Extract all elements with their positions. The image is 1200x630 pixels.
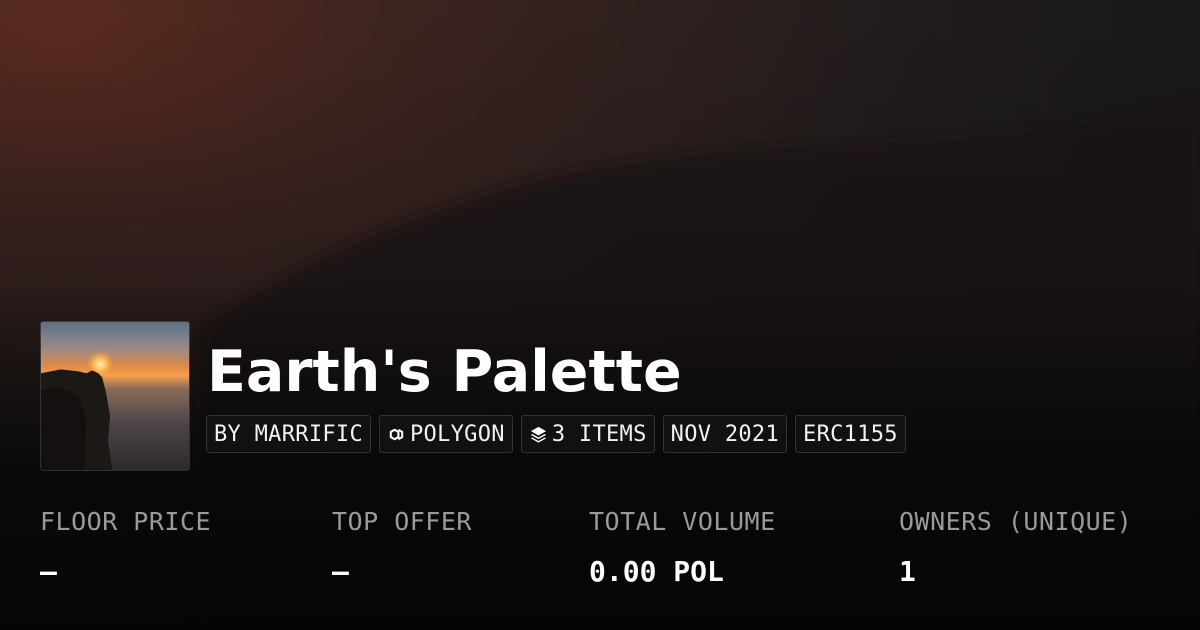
top-offer-stat: TOP OFFER – [332,505,472,589]
creator-tag[interactable]: BY MARRIFIC [206,415,371,453]
top-offer-label: TOP OFFER [332,507,472,536]
owners-stat: OWNERS (UNIQUE) 1 [899,505,1132,589]
chain-tag-label: POLYGON [410,421,505,447]
total-volume-stat: TOTAL VOLUME 0.00 POL [589,505,776,589]
collection-thumbnail[interactable] [40,321,190,471]
floor-price-value: – [40,555,57,588]
polygon-icon [389,428,404,440]
layers-icon [530,426,546,443]
top-offer-value: – [332,555,349,588]
date-tag-label: NOV 2021 [670,421,780,447]
items-tag-label: 3 ITEMS [551,421,647,447]
standard-tag-label: ERC1155 [803,421,898,447]
creator-tag-label: BY MARRIFIC [214,421,363,447]
standard-tag: ERC1155 [795,415,906,453]
chain-tag[interactable]: POLYGON [379,415,513,453]
date-tag: NOV 2021 [662,415,788,453]
total-volume-label: TOTAL VOLUME [589,507,776,536]
floor-price-stat: FLOOR PRICE – [40,505,211,589]
owners-value: 1 [899,555,916,588]
collection-tags: BY MARRIFIC POLYGON 3 ITEMS NOV 2021 ERC… [206,415,906,453]
collection-title: Earth's Palette [207,339,682,405]
total-volume-value: 0.00 POL [589,555,724,588]
floor-price-label: FLOOR PRICE [40,507,212,536]
items-tag[interactable]: 3 ITEMS [520,415,655,453]
owners-label: OWNERS (UNIQUE) [899,507,1133,536]
